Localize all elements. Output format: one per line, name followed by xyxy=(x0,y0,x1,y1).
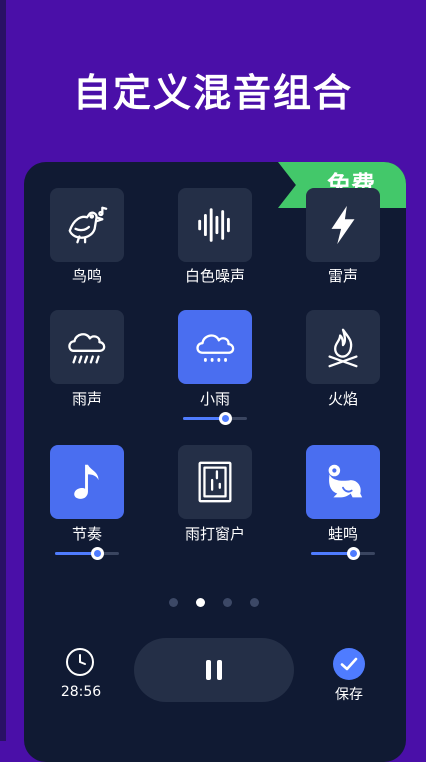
page-headline: 自定义混音组合 xyxy=(72,71,353,115)
sound-label: 小雨 xyxy=(199,390,230,408)
sound-tile-rain[interactable] xyxy=(50,310,124,384)
page-dot[interactable] xyxy=(223,598,232,607)
music-note-icon xyxy=(74,464,99,499)
volume-slider-light-rain[interactable] xyxy=(183,411,247,425)
sound-label: 节奏 xyxy=(71,525,102,543)
sound-label: 蛙鸣 xyxy=(327,525,358,543)
rain-cloud-icon xyxy=(68,333,106,364)
volume-slider-rhythm[interactable] xyxy=(55,546,119,560)
page-dot[interactable] xyxy=(169,598,178,607)
sound-tile-thunder[interactable] xyxy=(306,188,380,262)
sound-label: 雨打窗户 xyxy=(184,525,245,543)
save-button-label[interactable]: 保存 xyxy=(319,684,379,704)
sound-tile-window-rain[interactable] xyxy=(178,445,252,519)
sound-tile-rhythm[interactable] xyxy=(50,445,124,519)
sound-tile-white-noise[interactable] xyxy=(178,188,252,262)
sound-label: 雷声 xyxy=(327,267,358,285)
page-dot[interactable] xyxy=(250,598,259,607)
checkmark-icon[interactable] xyxy=(333,648,365,680)
bird-icon xyxy=(68,206,108,244)
fire-icon xyxy=(328,328,358,368)
slider-thumb[interactable] xyxy=(218,412,232,425)
sound-tile-light-rain[interactable] xyxy=(178,310,252,384)
sound-label: 火焰 xyxy=(327,390,358,408)
light-rain-icon xyxy=(196,334,235,362)
pause-icon xyxy=(206,660,222,680)
page-indicator xyxy=(24,598,406,608)
timer-value[interactable]: 28:56 xyxy=(50,684,112,700)
frog-icon xyxy=(328,464,363,498)
sound-label: 白色噪声 xyxy=(184,267,245,285)
window-rain-icon xyxy=(198,461,232,503)
sound-tile-frog[interactable] xyxy=(306,445,380,519)
page-dot[interactable] xyxy=(196,598,205,607)
lightning-icon xyxy=(331,205,355,245)
sound-tile-fire[interactable] xyxy=(306,310,380,384)
pause-button[interactable] xyxy=(134,638,294,702)
mixer-card: 免费 鸟鸣 白色噪声 雷声 雨声 小雨 火焰 节奏 雨打窗户 蛙鸣 28:56 … xyxy=(24,162,406,762)
sound-label: 雨声 xyxy=(71,390,102,408)
sound-wave-icon xyxy=(198,208,230,242)
volume-slider-frog[interactable] xyxy=(311,546,375,560)
sound-label: 鸟鸣 xyxy=(71,267,102,285)
slider-thumb[interactable] xyxy=(90,547,104,560)
clock-icon[interactable] xyxy=(65,647,95,677)
slider-thumb[interactable] xyxy=(346,547,360,560)
sound-tile-bird[interactable] xyxy=(50,188,124,262)
